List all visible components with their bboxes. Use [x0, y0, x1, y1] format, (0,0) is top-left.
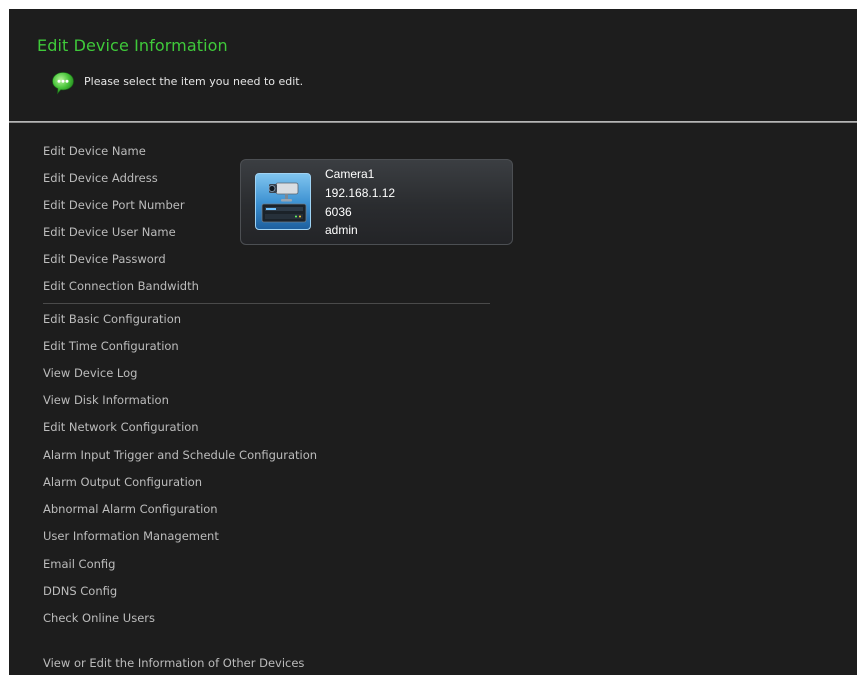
device-name: Camera1 — [325, 167, 375, 181]
device-port: 6036 — [325, 205, 352, 219]
menu-item-check-online-users[interactable]: Check Online Users — [43, 611, 155, 625]
hint-text: Please select the item you need to edit. — [84, 75, 304, 88]
edit-device-panel: Edit Device Information Please select th… — [9, 9, 857, 675]
menu-item-other-devices[interactable]: View or Edit the Information of Other De… — [43, 656, 304, 670]
menu-item-edit-connection-bandwidth[interactable]: Edit Connection Bandwidth — [43, 279, 199, 293]
menu-item-edit-network-configuration[interactable]: Edit Network Configuration — [43, 420, 199, 434]
device-user: admin — [325, 223, 358, 237]
menu-divider — [43, 303, 490, 304]
menu-item-edit-device-user-name[interactable]: Edit Device User Name — [43, 225, 176, 239]
page-title: Edit Device Information — [37, 36, 228, 55]
menu-item-edit-basic-configuration[interactable]: Edit Basic Configuration — [43, 312, 181, 326]
header-divider — [9, 121, 857, 123]
device-card[interactable]: Camera1 192.168.1.12 6036 admin — [240, 159, 513, 245]
device-address: 192.168.1.12 — [325, 186, 396, 200]
menu-item-alarm-output-configuration[interactable]: Alarm Output Configuration — [43, 475, 202, 489]
menu-item-edit-device-name[interactable]: Edit Device Name — [43, 144, 146, 158]
ip-camera-nvr-icon — [255, 173, 311, 230]
menu-item-abnormal-alarm-configuration[interactable]: Abnormal Alarm Configuration — [43, 502, 218, 516]
menu-item-edit-device-port[interactable]: Edit Device Port Number — [43, 198, 185, 212]
menu-item-view-disk-information[interactable]: View Disk Information — [43, 393, 169, 407]
menu-item-alarm-input-trigger[interactable]: Alarm Input Trigger and Schedule Configu… — [43, 448, 317, 462]
menu-item-edit-device-address[interactable]: Edit Device Address — [43, 171, 158, 185]
menu-item-email-config[interactable]: Email Config — [43, 557, 115, 571]
menu-item-user-information-management[interactable]: User Information Management — [43, 529, 219, 543]
menu-item-edit-device-password[interactable]: Edit Device Password — [43, 252, 166, 266]
menu-item-edit-time-configuration[interactable]: Edit Time Configuration — [43, 339, 179, 353]
header: Edit Device Information Please select th… — [9, 9, 857, 121]
menu-item-view-device-log[interactable]: View Device Log — [43, 366, 137, 380]
menu-item-ddns-config[interactable]: DDNS Config — [43, 584, 117, 598]
speech-bubble-icon — [51, 71, 75, 95]
